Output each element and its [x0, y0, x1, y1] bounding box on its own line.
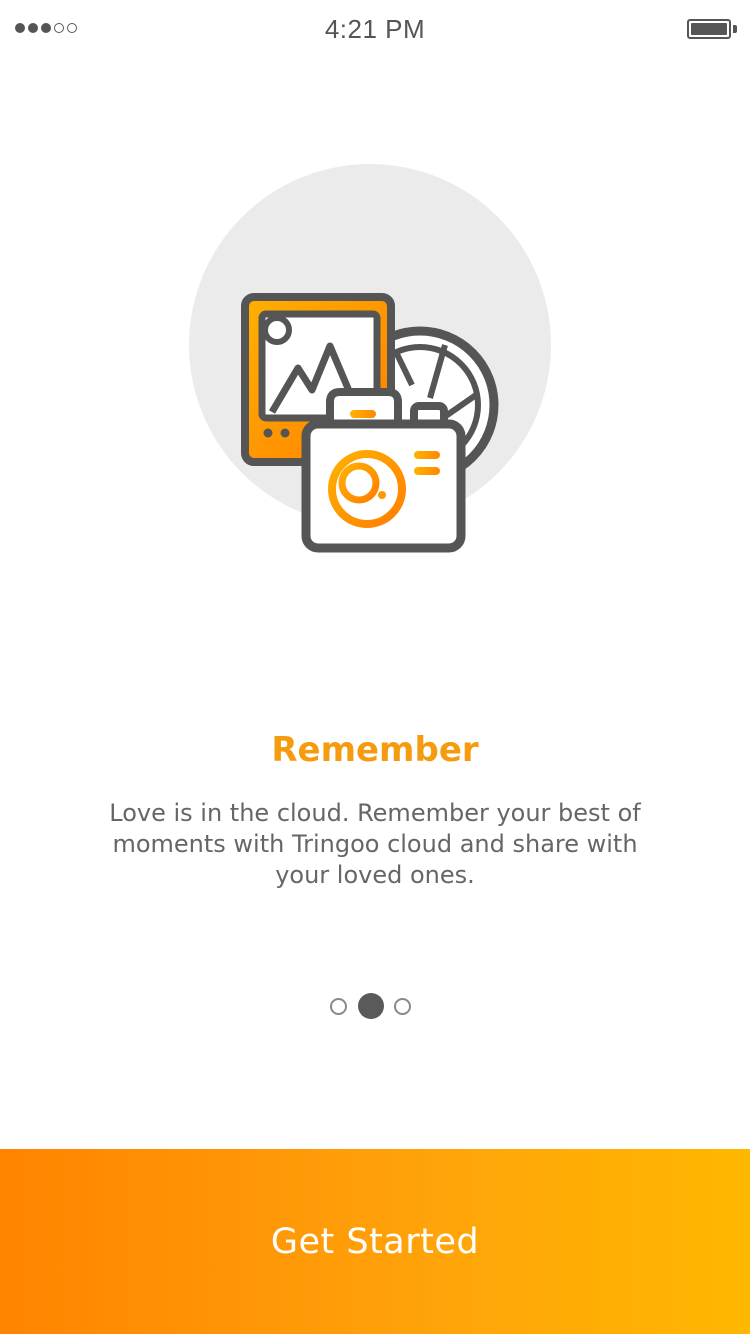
battery-icon: [687, 19, 731, 39]
battery-tip: [733, 25, 737, 33]
page-dot-1[interactable]: [330, 998, 347, 1015]
onboarding-screen: 4:21 PM Remember Love is in the cloud. R…: [0, 0, 750, 1334]
status-time: 4:21 PM: [324, 14, 426, 44]
get-started-button[interactable]: Get Started: [0, 1149, 750, 1334]
battery-level: [691, 23, 727, 35]
camera-icon: [301, 388, 466, 553]
status-bar: 4:21 PM: [0, 0, 750, 58]
photos-camera-icon: [189, 164, 551, 553]
page-indicator: [0, 993, 750, 1019]
page-dot-3[interactable]: [394, 998, 411, 1015]
onboarding-description: Love is in the cloud. Remember your best…: [109, 799, 641, 889]
onboarding-title: Remember: [271, 730, 479, 770]
onboarding-illustration: [180, 160, 570, 560]
page-dot-2-active[interactable]: [358, 993, 384, 1019]
